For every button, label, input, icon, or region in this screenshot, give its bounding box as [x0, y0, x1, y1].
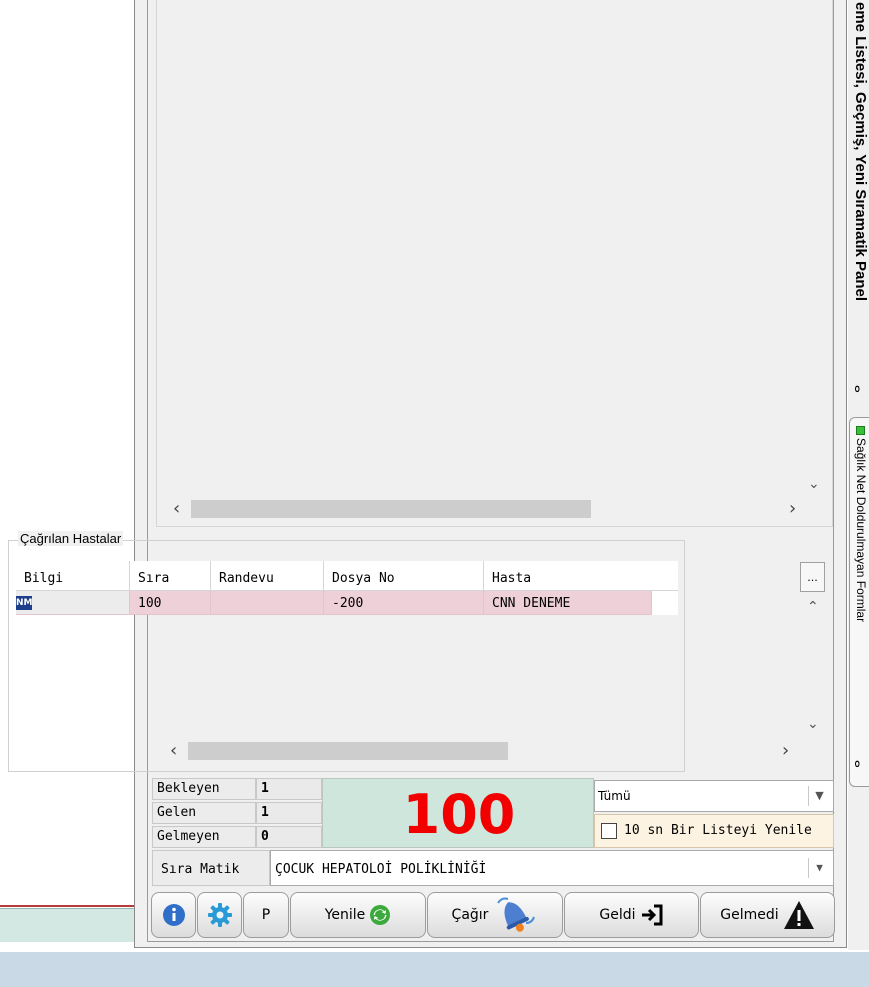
- scroll-thumb[interactable]: [188, 742, 508, 760]
- waiting-label: Bekleyen: [152, 778, 256, 800]
- arrived-count: 1: [256, 802, 322, 824]
- gear-icon: [207, 903, 232, 927]
- file-number-cell: -200: [324, 591, 484, 615]
- scroll-down-icon[interactable]: ⌄: [807, 716, 819, 732]
- auto-refresh-label: 10 sn Bir Listeyi Yenile: [624, 823, 812, 838]
- scroll-down-icon[interactable]: ⌄: [808, 476, 820, 492]
- status-indicator-icon: [856, 426, 865, 435]
- scroll-up-icon[interactable]: ⌃: [807, 599, 819, 615]
- nm-badge-icon: NM: [16, 596, 33, 610]
- sign-in-icon: [641, 904, 663, 926]
- background-area: [0, 0, 146, 950]
- arrived-label: Gelen: [152, 802, 256, 824]
- pin-icon[interactable]: ⴰ: [852, 760, 866, 768]
- scroll-thumb[interactable]: [191, 500, 591, 518]
- sira-matik-label: Sıra Matik: [152, 850, 270, 886]
- more-options-button[interactable]: ...: [800, 562, 825, 592]
- dropdown-arrow-icon[interactable]: ▼: [808, 858, 830, 878]
- auto-refresh-checkbox[interactable]: [601, 823, 617, 839]
- sira-matik-dropdown[interactable]: ÇOCUK HEPATOLOİ POLİKLİNİĞİ ▼: [270, 850, 834, 886]
- column-header[interactable]: Sıra: [130, 561, 211, 591]
- column-header[interactable]: Bilgi: [16, 561, 130, 591]
- refresh-icon: [370, 905, 391, 925]
- current-number: 100: [402, 783, 516, 846]
- dock-panel-title[interactable]: eme Listesi, Geçmiş, Yeni Sıramatik Pane…: [852, 2, 869, 301]
- horizontal-scrollbar[interactable]: ‹ ›: [157, 496, 817, 519]
- filter-dropdown[interactable]: Tümü ▼: [594, 780, 834, 812]
- refresh-button-label: Yenile: [324, 907, 366, 923]
- table-header: Bilgi Sıra Randevu Dosya No Hasta: [16, 561, 678, 591]
- forms-tab-label[interactable]: Sağlık Net Doldurulmayan Formlar: [854, 438, 868, 622]
- table-row[interactable]: NM 100 -200 CNN DENEME: [16, 591, 678, 615]
- horizontal-scrollbar[interactable]: ‹ ›: [162, 738, 812, 761]
- auto-refresh-option[interactable]: 10 sn Bir Listeyi Yenile: [594, 814, 834, 848]
- p-button-label: P: [261, 907, 271, 923]
- filter-selected: Tümü: [598, 789, 631, 803]
- warning-icon: [783, 901, 814, 929]
- appointment-cell: [211, 591, 324, 615]
- column-header[interactable]: Hasta: [484, 561, 652, 591]
- p-button[interactable]: P: [243, 892, 289, 938]
- waiting-list-grid: ⌄ ‹ ›: [156, 0, 833, 527]
- scroll-left-icon[interactable]: ‹: [170, 740, 177, 761]
- divider: [0, 905, 146, 907]
- called-patients-title: Çağrılan Hastalar: [18, 531, 124, 546]
- column-header[interactable]: Dosya No: [324, 561, 484, 591]
- called-patients-table: Bilgi Sıra Randevu Dosya No Hasta NM 100…: [16, 561, 678, 615]
- current-number-display: 100: [322, 778, 594, 848]
- waiting-count: 1: [256, 778, 322, 800]
- bell-icon: [497, 897, 536, 932]
- info-icon: [162, 904, 185, 926]
- sira-matik-selected: ÇOCUK HEPATOLOİ POLİKLİNİĞİ: [275, 862, 487, 877]
- scroll-right-icon[interactable]: ›: [789, 498, 796, 519]
- status-strip: [0, 908, 146, 942]
- not-arrived-button-label: Gelmedi: [720, 907, 779, 923]
- not-arrived-count: 0: [256, 826, 322, 848]
- taskbar: [0, 952, 869, 987]
- refresh-button[interactable]: Yenile: [290, 892, 426, 938]
- patient-name-cell: CNN DENEME: [484, 591, 652, 615]
- info-cell: NM: [16, 591, 130, 615]
- pin-icon[interactable]: ⴰ: [852, 385, 866, 393]
- arrived-button-label: Geldi: [599, 907, 636, 923]
- call-button[interactable]: Çağır: [427, 892, 563, 938]
- dropdown-arrow-icon[interactable]: ▼: [808, 786, 830, 806]
- not-arrived-button[interactable]: Gelmedi: [700, 892, 835, 938]
- info-button[interactable]: [151, 892, 196, 938]
- not-arrived-label: Gelmeyen: [152, 826, 256, 848]
- arrived-button[interactable]: Geldi: [564, 892, 699, 938]
- call-button-label: Çağır: [451, 907, 489, 923]
- column-header[interactable]: Randevu: [211, 561, 324, 591]
- scroll-right-icon[interactable]: ›: [782, 740, 789, 761]
- settings-button[interactable]: [197, 892, 242, 938]
- queue-number-cell: 100: [130, 591, 211, 615]
- scroll-left-icon[interactable]: ‹: [173, 498, 180, 519]
